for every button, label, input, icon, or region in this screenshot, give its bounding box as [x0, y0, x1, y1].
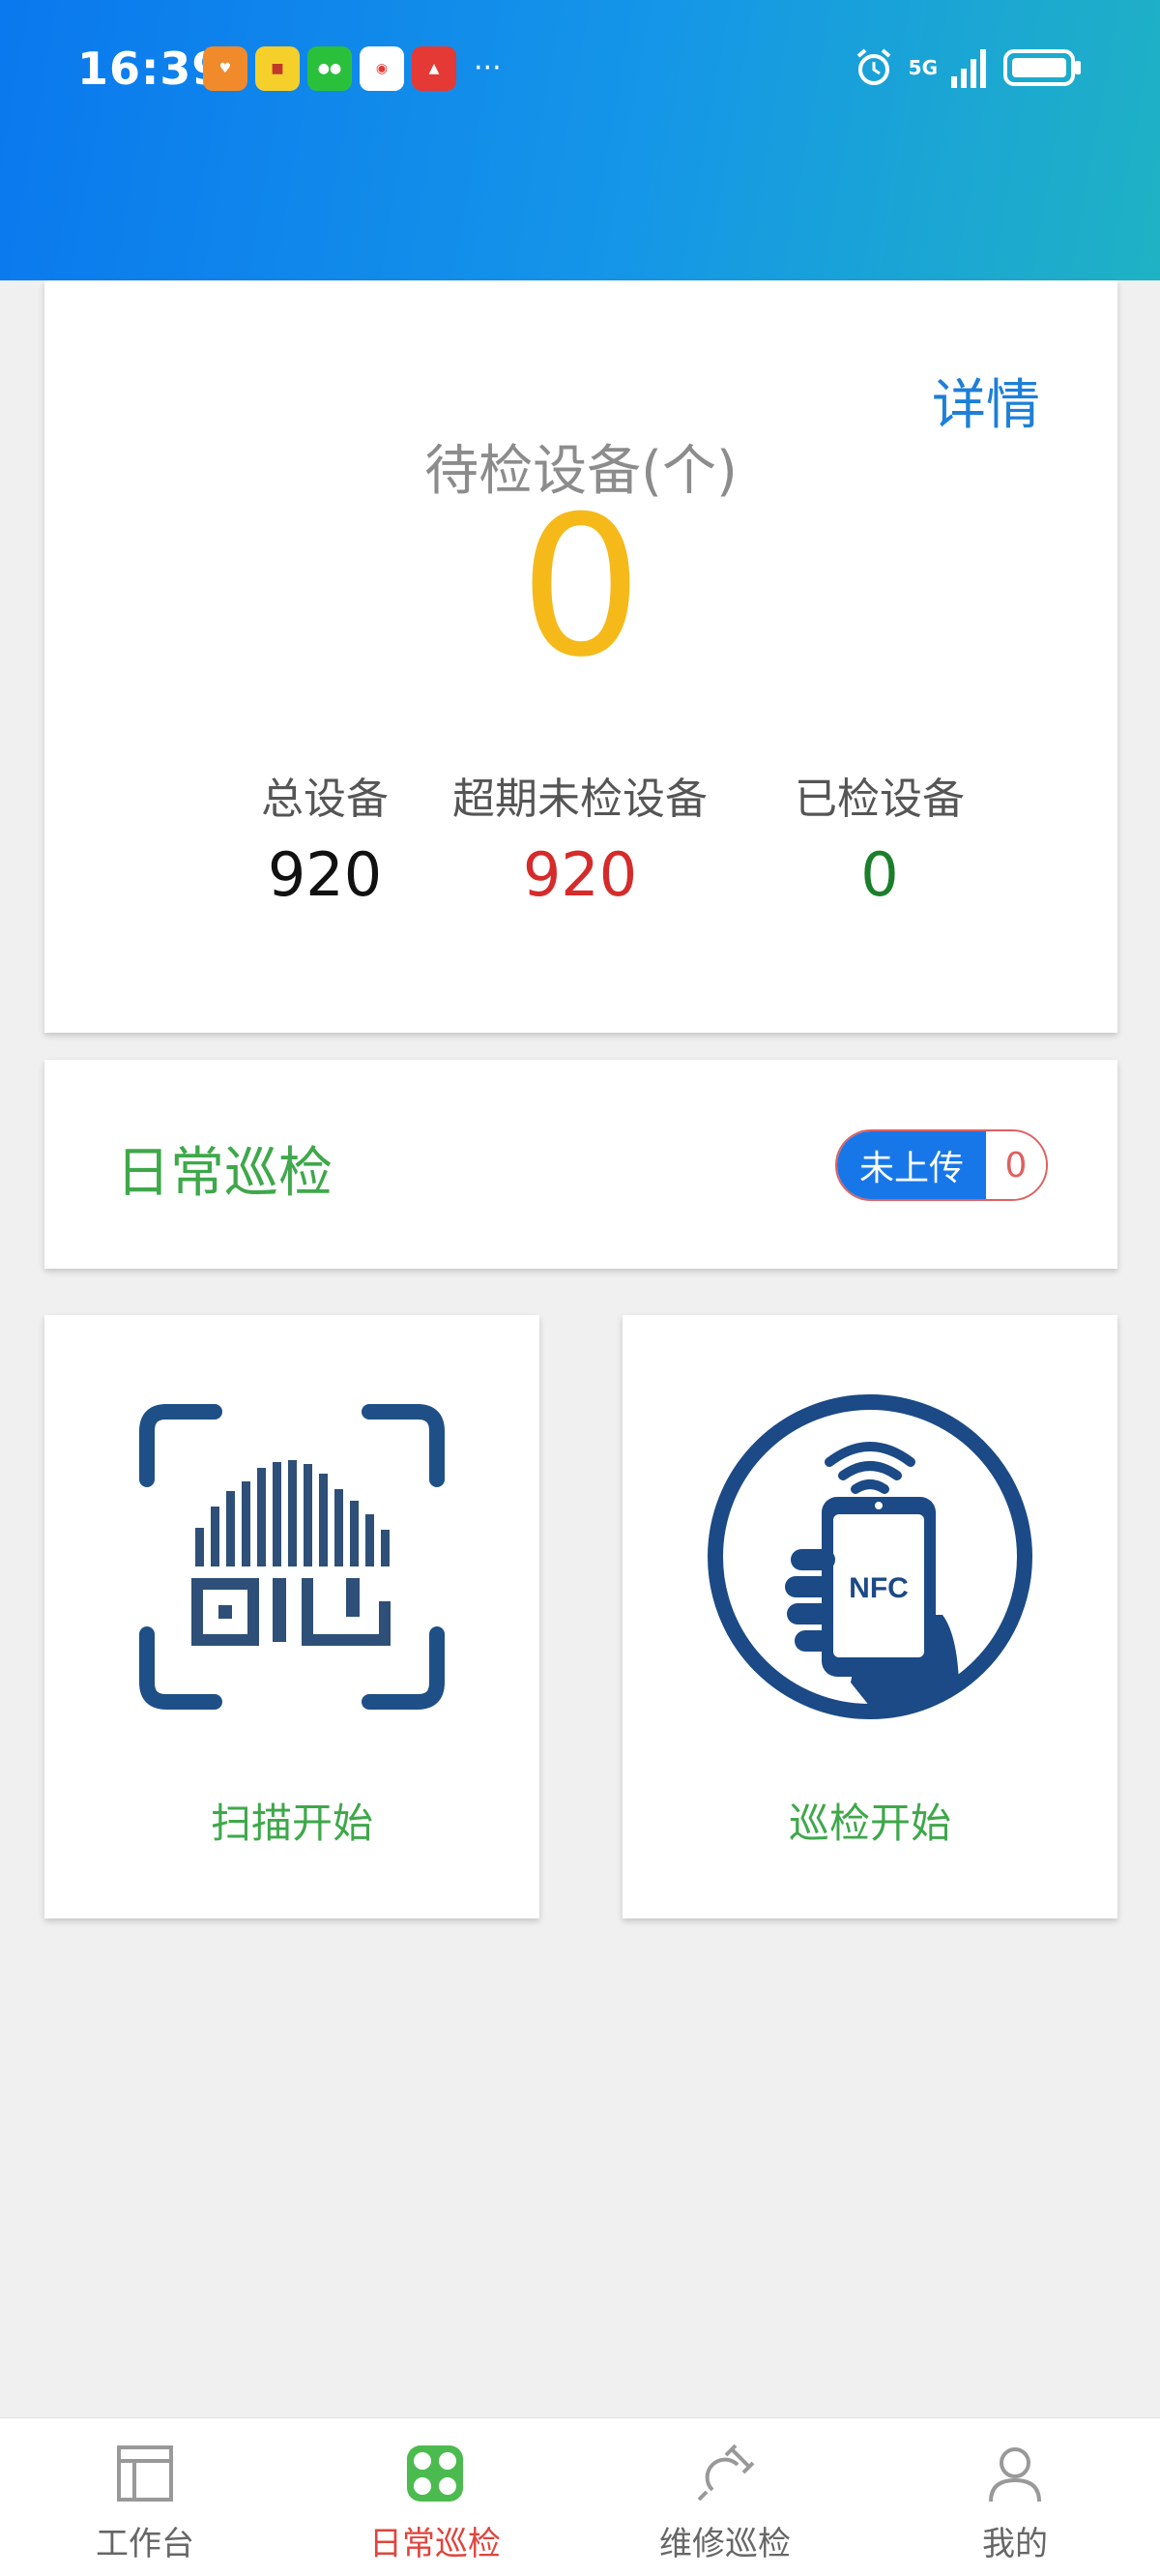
orange-heart-app-icon: ♥ [203, 46, 247, 91]
tab-label: 我的 [982, 2525, 1048, 2563]
notification-icons: ♥ ■ ●● ◉ ▲ ··· [203, 46, 502, 91]
signal-icon [951, 49, 986, 88]
scan-start-label: 扫描开始 [210, 1800, 373, 1847]
map-app-icon: ◉ [360, 46, 404, 91]
tab-repair-inspection[interactable]: 维修巡检 [580, 2418, 870, 2576]
workbench-icon [117, 2445, 173, 2502]
nfc-icon-text: NFC [849, 1572, 909, 1604]
daily-inspection-card: 日常巡检 未上传 0 [44, 1060, 1117, 1269]
profile-icon [989, 2447, 1041, 2503]
wechat-icon: ●● [307, 46, 352, 91]
patrol-start-label: 巡检开始 [788, 1800, 951, 1847]
daily-inspection-icon [407, 2445, 463, 2502]
more-notifications: ··· [474, 51, 502, 85]
pending-devices-count: 0 [519, 475, 643, 700]
tab-profile[interactable]: 我的 [870, 2418, 1160, 2576]
stat-total-devices: 总设备 920 [180, 764, 470, 910]
stat-checked-devices: 已检设备 0 [735, 764, 1025, 910]
nfc-phone-icon: NFC [708, 1394, 1032, 1719]
bottom-tab-bar: 工作台 日常巡检 维修巡检 我的 [0, 2417, 1160, 2576]
battery-icon [1003, 49, 1081, 86]
stat-label: 总设备 [261, 775, 389, 824]
stat-value: 0 [860, 839, 899, 910]
network-type: 5G [908, 56, 938, 79]
status-right: 5G [853, 46, 1083, 89]
stat-value: 920 [267, 839, 383, 910]
qr-scan-icon [139, 1404, 445, 1710]
not-uploaded-count: 0 [986, 1131, 1046, 1199]
daily-inspection-title: 日常巡检 [116, 1142, 333, 1205]
stat-label: 超期未检设备 [452, 775, 708, 824]
header-banner: 16:39 ♥ ■ ●● ◉ ▲ ··· 5G [0, 0, 1160, 280]
repair-inspection-icon [697, 2444, 755, 2502]
summary-card: 详情 待检设备(个) 0 总设备 920 超期未检设备 920 已检设备 0 [44, 280, 1117, 1033]
yellow-app-icon: ■ [255, 46, 300, 91]
red-app-icon: ▲ [412, 46, 456, 91]
tab-label: 工作台 [96, 2525, 194, 2563]
patrol-start-button[interactable]: NFC 巡检开始 [623, 1315, 1117, 1918]
stat-label: 已检设备 [795, 775, 965, 824]
status-time: 16:39 [77, 43, 224, 95]
not-uploaded-label: 未上传 [837, 1131, 986, 1199]
stat-value: 920 [522, 839, 638, 910]
stat-overdue-devices: 超期未检设备 920 [435, 764, 725, 910]
tab-workbench[interactable]: 工作台 [0, 2418, 290, 2576]
alarm-icon [856, 48, 890, 85]
tab-daily-inspection[interactable]: 日常巡检 [290, 2418, 580, 2576]
not-uploaded-badge[interactable]: 未上传 0 [835, 1129, 1048, 1201]
scan-start-button[interactable]: 扫描开始 [44, 1315, 539, 1918]
tab-label: 日常巡检 [369, 2525, 501, 2563]
tab-label: 维修巡检 [659, 2525, 791, 2563]
